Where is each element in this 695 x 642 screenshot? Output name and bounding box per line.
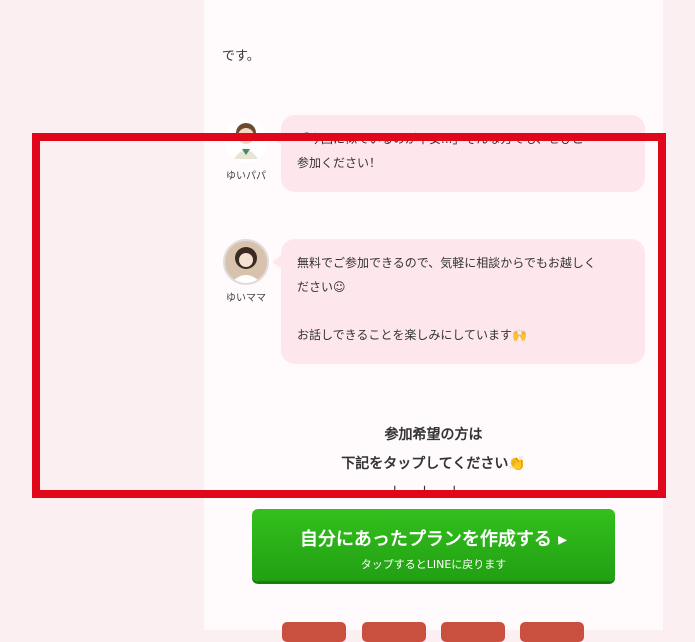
cta-heading-line2: 下記をタップしてください👏 [341,456,526,472]
content-column: です。 ゆいパパ 「今回に似ているのが不安...」そんな方でも、ぜひご 参加くだ… [204,0,663,642]
create-plan-button[interactable]: 自分にあったプランを作成する ▸ タップするとLINEに戻ります [252,509,615,581]
mama-line-2: ださい☺ [297,280,346,294]
create-plan-button-sublabel: タップするとLINEに戻ります [360,558,507,571]
cta-heading-line1: 参加希望の方は [384,427,483,443]
mama-name: ゆいママ [226,293,266,304]
mama-bubble: 無料でご参加できるので、気軽に相談からでもお越しく ださい☺ お話しできることを… [272,239,645,364]
mama-avatar-photo [225,241,267,283]
bottom-button-3[interactable] [441,622,505,642]
mama-line-blank [297,299,629,323]
papa-line-2: 参加ください！ [297,156,382,170]
papa-name: ゆいパパ [226,171,266,182]
papa-bubble: 「今回に似ているのが不安...」そんな方でも、ぜひご 参加ください！ [272,115,645,192]
create-plan-button-label: 自分にあったプランを作成する ▸ [299,529,568,550]
bottom-button-4[interactable] [520,622,584,642]
intro-text: です。 [222,49,260,64]
mama-avatar [223,239,269,285]
bottom-button-2[interactable] [362,622,426,642]
papa-avatar-wrap: ゆいパパ [222,119,270,182]
papa-avatar-illustration [234,123,258,159]
mama-line-1: 無料でご参加できるので、気軽に相談からでもお越しく [297,256,596,270]
bottom-button-1[interactable] [282,622,346,642]
papa-line-1: 「今回に似ているのが不安...」そんな方でも、ぜひご [297,132,585,146]
mama-avatar-wrap: ゆいママ [222,239,270,304]
down-arrows-icon: ↓↓↓ [388,484,479,500]
papa-avatar [224,119,268,163]
mama-line-3: お話しできることを楽しみにしています🙌 [297,328,527,342]
